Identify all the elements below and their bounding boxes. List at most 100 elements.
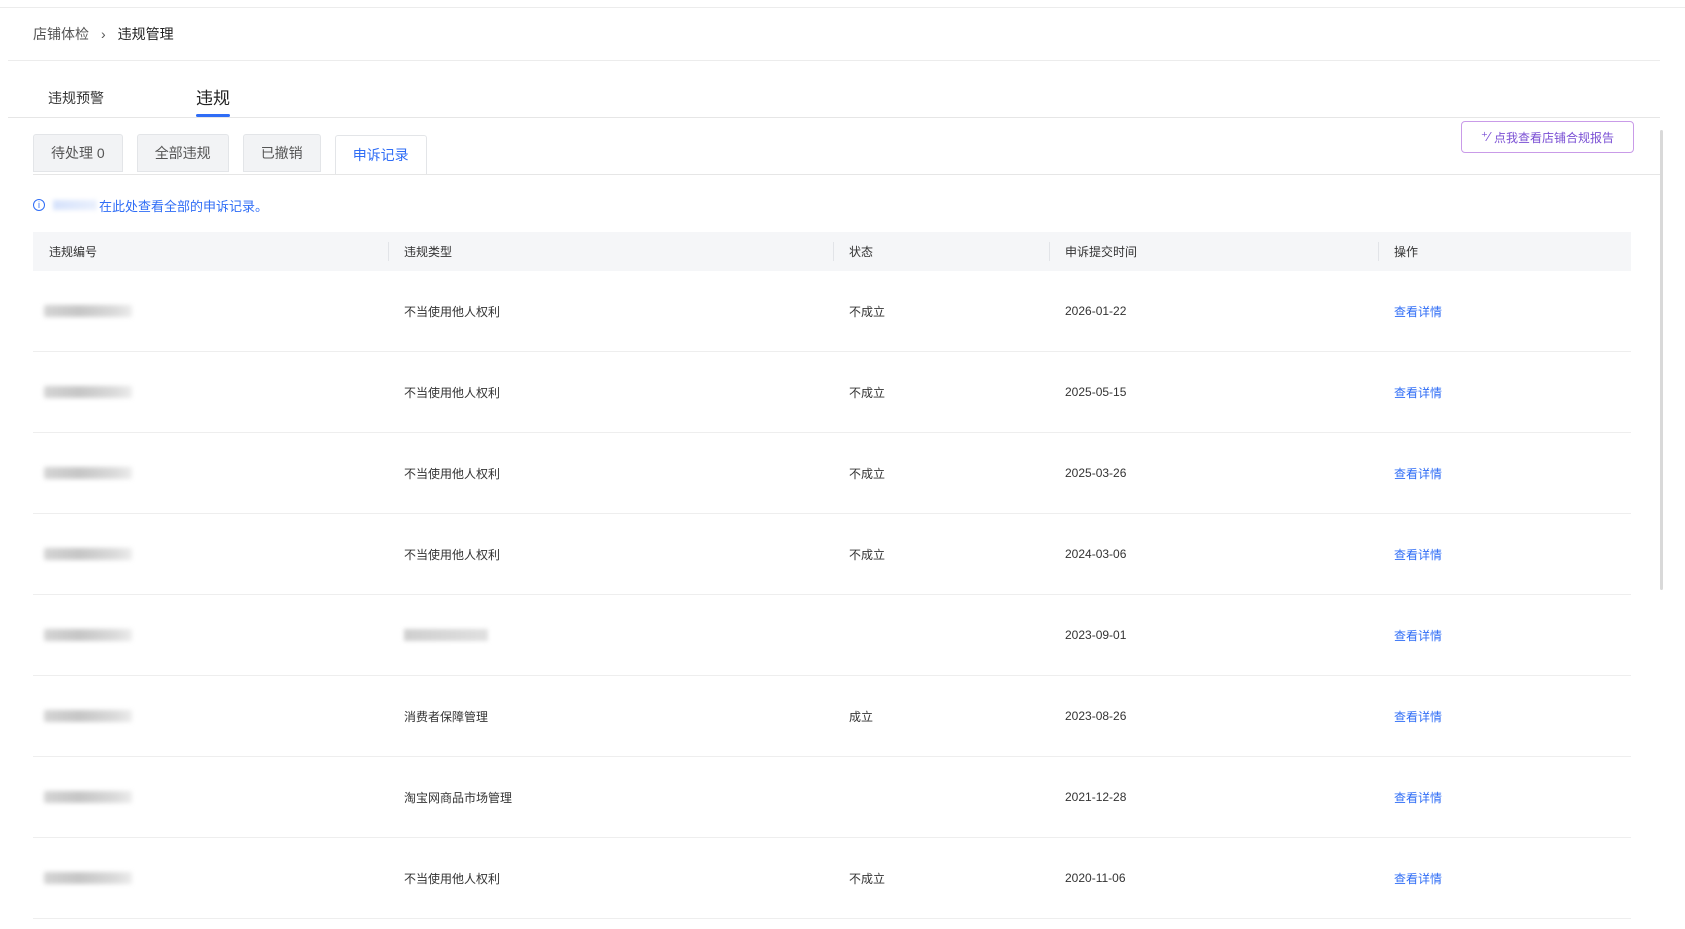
table-row: 不当使用他人权利 不成立 2020-11-06 查看详情 <box>33 838 1631 919</box>
redacted-id <box>44 710 132 722</box>
submit-time-cell: 2023-08-26 <box>1065 709 1127 723</box>
redacted-id <box>44 467 132 479</box>
action-cell: 查看详情 <box>1378 595 1631 675</box>
violation-type-cell: 淘宝网商品市场管理 <box>404 790 513 805</box>
action-cell: 查看详情 <box>1378 433 1631 513</box>
status-cell <box>833 757 1049 837</box>
compliance-report-label: 点我查看店铺合规报告 <box>1494 130 1615 145</box>
submit-time-cell: 2023-09-01 <box>1065 628 1127 642</box>
sparkle-icon: ⁺⁄ <box>1480 129 1491 144</box>
notice-banner: i 在此处查看全部的申诉记录。 <box>33 196 268 214</box>
submit-time-cell: 2020-11-06 <box>1065 871 1126 885</box>
redacted-text <box>53 200 97 210</box>
action-cell: 查看详情 <box>1378 514 1631 594</box>
redacted-id <box>44 872 132 884</box>
redacted-id <box>44 629 132 641</box>
action-cell: 查看详情 <box>1378 271 1631 351</box>
table-row: 不当使用他人权利 不成立 2025-03-26 查看详情 <box>33 433 1631 514</box>
chevron-right-icon: › <box>101 26 106 42</box>
table-row: 2023-09-01 查看详情 <box>33 595 1631 676</box>
sub-tabs: 待处理 0 全部违规 已撤销 申诉记录 <box>33 134 441 176</box>
scrollbar[interactable] <box>1660 130 1663 590</box>
status-cell: 不成立 <box>849 871 886 886</box>
violation-type-cell: 不当使用他人权利 <box>404 466 501 481</box>
tab-label: 违规预警 <box>48 90 104 106</box>
action-cell: 查看详情 <box>1378 757 1631 837</box>
subtab-pending[interactable]: 待处理 0 <box>33 134 123 172</box>
top-strip <box>0 0 1685 8</box>
status-cell: 不成立 <box>849 547 886 562</box>
table-body: 不当使用他人权利 不成立 2026-01-22 查看详情 不当使用他人权利 不成… <box>33 271 1631 919</box>
view-details-link[interactable]: 查看详情 <box>1394 303 1442 320</box>
table-row: 淘宝网商品市场管理 2021-12-28 查看详情 <box>33 757 1631 838</box>
violation-id-cell <box>33 757 388 837</box>
submit-time-cell: 2021-12-28 <box>1065 790 1127 804</box>
table-row: 不当使用他人权利 不成立 2024-03-06 查看详情 <box>33 514 1631 595</box>
page: 店铺体检 › 违规管理 违规预警 违规 待处理 0 全部违规 已撤销 申诉记录 … <box>0 0 1685 929</box>
violation-id-cell <box>33 271 388 351</box>
info-icon: i <box>33 199 45 211</box>
violation-id-cell <box>33 838 388 918</box>
subtab-appeal-records[interactable]: 申诉记录 <box>334 135 427 175</box>
main-tabs: 违规预警 违规 <box>8 80 1660 118</box>
violation-type-cell: 不当使用他人权利 <box>404 385 501 400</box>
submit-time-cell: 2024-03-06 <box>1065 547 1127 561</box>
col-header-submit-time: 申诉提交时间 <box>1049 232 1378 271</box>
status-cell: 不成立 <box>849 466 886 481</box>
col-header-violation-type: 违规类型 <box>388 232 833 271</box>
violation-type-cell: 不当使用他人权利 <box>404 304 501 319</box>
status-cell: 不成立 <box>849 304 886 319</box>
view-details-link[interactable]: 查看详情 <box>1394 708 1442 725</box>
table-row: 不当使用他人权利 不成立 2025-05-15 查看详情 <box>33 352 1631 433</box>
violation-id-cell <box>33 595 388 675</box>
violation-id-cell <box>33 352 388 432</box>
status-cell <box>833 595 1049 675</box>
violation-id-cell <box>33 676 388 756</box>
tab-violation-warning[interactable]: 违规预警 <box>48 88 104 125</box>
subtab-all-violations[interactable]: 全部违规 <box>136 134 229 172</box>
action-cell: 查看详情 <box>1378 838 1631 918</box>
redacted-id <box>44 791 132 803</box>
submit-time-cell: 2025-03-26 <box>1065 466 1127 480</box>
notice-text: 在此处查看全部的申诉记录。 <box>99 198 269 214</box>
col-header-status: 状态 <box>833 232 1049 271</box>
breadcrumb: 店铺体检 › 违规管理 <box>33 22 174 46</box>
breadcrumb-root[interactable]: 店铺体检 <box>33 24 89 44</box>
redacted-id <box>44 305 132 317</box>
active-tab-underline <box>196 114 230 117</box>
violation-type-cell: 消费者保障管理 <box>404 709 489 724</box>
col-header-violation-id: 违规编号 <box>49 245 98 259</box>
view-details-link[interactable]: 查看详情 <box>1394 870 1442 887</box>
action-cell: 查看详情 <box>1378 676 1631 756</box>
redacted-id <box>44 548 132 560</box>
action-cell: 查看详情 <box>1378 352 1631 432</box>
view-details-link[interactable]: 查看详情 <box>1394 627 1442 644</box>
view-details-link[interactable]: 查看详情 <box>1394 465 1442 482</box>
subtab-divider <box>33 174 1663 175</box>
tab-violation[interactable]: 违规 <box>196 84 230 121</box>
divider <box>8 60 1660 61</box>
submit-time-cell: 2025-05-15 <box>1065 385 1127 399</box>
violation-id-cell <box>33 514 388 594</box>
violation-id-cell <box>33 433 388 513</box>
col-header-actions: 操作 <box>1378 232 1631 271</box>
violation-type-cell: 不当使用他人权利 <box>404 871 501 886</box>
breadcrumb-current: 违规管理 <box>117 26 174 42</box>
submit-time-cell: 2026-01-22 <box>1065 304 1127 318</box>
status-cell: 不成立 <box>849 385 886 400</box>
tab-label: 违规 <box>196 89 230 108</box>
compliance-report-button[interactable]: ⁺⁄ 点我查看店铺合规报告 <box>1461 121 1634 153</box>
view-details-link[interactable]: 查看详情 <box>1394 789 1442 806</box>
violation-type-cell: 不当使用他人权利 <box>404 547 501 562</box>
view-details-link[interactable]: 查看详情 <box>1394 546 1442 563</box>
table-row: 消费者保障管理 成立 2023-08-26 查看详情 <box>33 676 1631 757</box>
status-cell: 成立 <box>849 709 874 724</box>
redacted-type <box>404 629 488 641</box>
redacted-id <box>44 386 132 398</box>
subtab-revoked[interactable]: 已撤销 <box>242 134 321 172</box>
violation-type-cell <box>388 595 833 675</box>
view-details-link[interactable]: 查看详情 <box>1394 384 1442 401</box>
table-row: 不当使用他人权利 不成立 2026-01-22 查看详情 <box>33 271 1631 352</box>
table-header: 违规编号 违规类型 状态 申诉提交时间 操作 <box>33 232 1631 271</box>
appeal-records-table: 违规编号 违规类型 状态 申诉提交时间 操作 不当使用他人权利 不成立 2026… <box>33 232 1631 919</box>
